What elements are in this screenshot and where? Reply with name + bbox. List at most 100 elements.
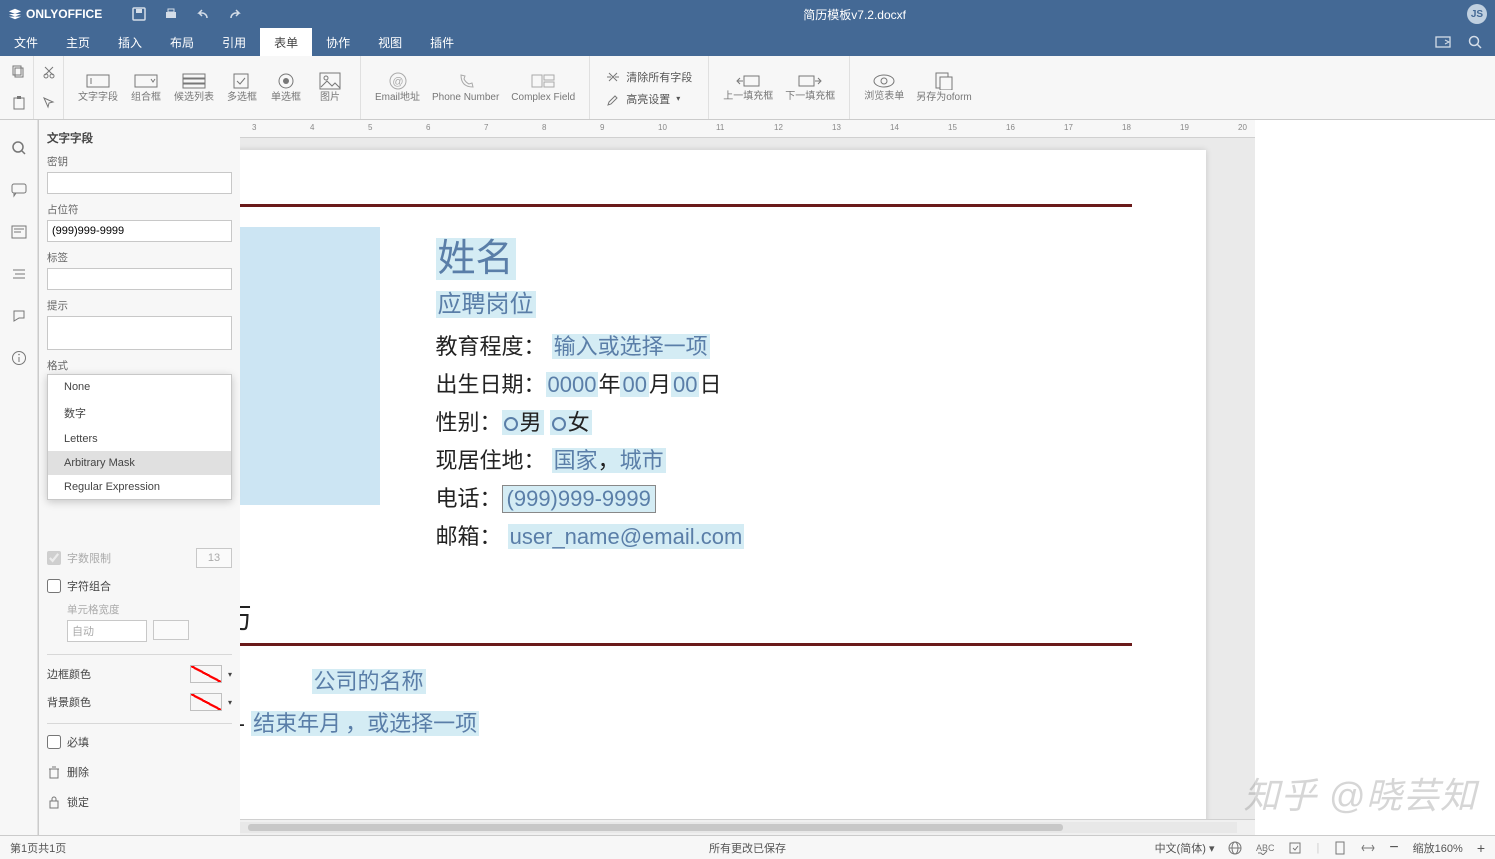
fit-width-icon[interactable] xyxy=(1361,841,1375,855)
placeholder-label: 占位符 xyxy=(47,202,232,217)
phone-field-button[interactable]: Phone Number xyxy=(426,68,505,107)
cut-icon[interactable] xyxy=(42,65,56,79)
feedback-icon[interactable] xyxy=(11,308,27,324)
tab-home[interactable]: 主页 xyxy=(52,28,104,56)
duty-label: 职责描述： xyxy=(140,758,1132,790)
format-option-mask[interactable]: Arbitrary Mask xyxy=(48,451,231,475)
open-location-icon[interactable] xyxy=(1435,34,1451,50)
edu-field[interactable]: 输入或选择一项 xyxy=(552,334,710,359)
save-icon[interactable] xyxy=(132,7,146,21)
undo-icon[interactable] xyxy=(196,7,210,21)
headings-icon[interactable] xyxy=(11,224,27,240)
format-label: 格式 xyxy=(47,358,232,373)
key-input[interactable] xyxy=(47,172,232,194)
redo-icon[interactable] xyxy=(228,7,242,21)
left-sidebar xyxy=(0,120,38,835)
complex-field-button[interactable]: Complex Field xyxy=(505,68,581,107)
edu-label: 教育程度： xyxy=(436,334,546,359)
email-field-button[interactable]: @Email地址 xyxy=(369,68,426,107)
navigation-icon[interactable] xyxy=(11,266,27,282)
radio-male[interactable] xyxy=(504,417,518,431)
day-field[interactable]: 00 xyxy=(671,372,699,397)
about-icon[interactable] xyxy=(11,350,27,366)
track-changes-icon[interactable] xyxy=(1288,841,1302,855)
select-icon[interactable] xyxy=(42,96,56,110)
tab-insert[interactable]: 插入 xyxy=(104,28,156,56)
next-field-button[interactable]: 下一填充框 xyxy=(779,69,841,106)
year-field[interactable]: 0000 xyxy=(546,372,599,397)
save-status: 所有更改已保存 xyxy=(709,840,786,856)
combo-box-button[interactable]: 组合框 xyxy=(124,68,168,107)
clear-all-fields-button[interactable]: 清除所有字段 xyxy=(606,69,692,85)
tag-label: 标签 xyxy=(47,250,232,265)
scrollbar-thumb[interactable] xyxy=(248,824,1062,831)
quick-actions xyxy=(132,7,242,21)
page-count[interactable]: 第1页共1页 xyxy=(10,840,66,856)
radio-female[interactable] xyxy=(552,417,566,431)
city-field[interactable]: 城市 xyxy=(620,448,664,473)
tab-file[interactable]: 文件 xyxy=(0,28,52,56)
format-option-regex[interactable]: Regular Expression xyxy=(48,475,231,499)
email-field[interactable]: user_name@email.com xyxy=(508,524,745,549)
company-field[interactable]: 公司的名称 xyxy=(312,669,426,694)
placeholder-input[interactable] xyxy=(47,220,232,242)
save-oform-button[interactable]: 另存为oform xyxy=(910,68,978,107)
tab-references[interactable]: 引用 xyxy=(208,28,260,56)
tag-input[interactable] xyxy=(47,268,232,290)
tab-layout[interactable]: 布局 xyxy=(156,28,208,56)
delete-button[interactable]: 删除 xyxy=(47,764,232,780)
char-group-checkbox[interactable] xyxy=(47,579,61,593)
required-checkbox[interactable] xyxy=(47,735,61,749)
zoom-level[interactable]: 缩放160% xyxy=(1413,840,1463,856)
bg-color-swatch[interactable] xyxy=(190,693,222,711)
end-date-field[interactable]: 结束年月 xyxy=(251,711,343,736)
language-selector[interactable]: 中文(简体) ▾ xyxy=(1155,840,1215,856)
workspace: 01234567891011121314151617181920 姓名 应聘岗位… xyxy=(0,120,1495,835)
copy-icon[interactable] xyxy=(12,65,26,79)
month-field[interactable]: 00 xyxy=(620,372,648,397)
tab-view[interactable]: 视图 xyxy=(364,28,416,56)
highlight-settings-button[interactable]: 高亮设置 ▾ xyxy=(606,91,692,107)
tab-forms[interactable]: 表单 xyxy=(260,28,312,56)
comments-icon[interactable] xyxy=(11,182,27,198)
position-field[interactable]: 应聘岗位 xyxy=(436,291,536,318)
tel-label: 电话： xyxy=(436,486,502,511)
addr-label: 现居住地： xyxy=(436,448,546,473)
user-avatar[interactable]: JS xyxy=(1467,4,1487,24)
image-field-button[interactable]: 图片 xyxy=(308,68,352,107)
checkbox-button[interactable]: 多选框 xyxy=(220,68,264,107)
spellcheck-icon[interactable]: ABC xyxy=(1256,841,1274,855)
tip-input[interactable] xyxy=(47,316,232,350)
find-icon[interactable] xyxy=(11,140,27,156)
panel-title: 文字字段 xyxy=(47,130,232,146)
dropdown-button[interactable]: 候选列表 xyxy=(168,68,220,107)
mail-label: 邮箱： xyxy=(436,524,502,549)
zoom-out-button[interactable]: − xyxy=(1389,839,1398,857)
text-field-button[interactable]: 文字字段 xyxy=(72,68,124,107)
format-option-none[interactable]: None xyxy=(48,375,231,399)
view-form-button[interactable]: 浏览表单 xyxy=(858,69,910,106)
search-icon[interactable] xyxy=(1467,34,1483,50)
svg-text:ABC: ABC xyxy=(1256,843,1274,853)
name-field[interactable]: 姓名 xyxy=(436,238,516,280)
globe-icon[interactable] xyxy=(1228,841,1242,855)
print-icon[interactable] xyxy=(164,7,178,21)
document-page: 姓名 应聘岗位 教育程度： 输入或选择一项 出生日期：0000年00月00日 性… xyxy=(106,150,1206,819)
border-color-swatch[interactable] xyxy=(190,665,222,683)
zoom-in-button[interactable]: + xyxy=(1477,840,1485,856)
char-limit-label: 字数限制 xyxy=(67,550,111,566)
prev-field-button[interactable]: 上一填充框 xyxy=(717,69,779,106)
radio-button[interactable]: 单选框 xyxy=(264,68,308,107)
lock-button[interactable]: 锁定 xyxy=(47,794,232,810)
phone-field[interactable]: (999)999-9999 xyxy=(502,485,656,513)
fit-page-icon[interactable] xyxy=(1333,841,1347,855)
tab-collab[interactable]: 协作 xyxy=(312,28,364,56)
paste-icon[interactable] xyxy=(12,96,26,110)
country-field[interactable]: 国家 xyxy=(554,448,598,473)
or-select-field[interactable]: ，或选择一项 xyxy=(343,711,479,736)
tab-plugins[interactable]: 插件 xyxy=(416,28,468,56)
format-option-letters[interactable]: Letters xyxy=(48,427,231,451)
cell-width-label: 单元格宽度 xyxy=(67,602,232,617)
format-option-digits[interactable]: 数字 xyxy=(48,399,231,427)
document-title: 简历模板v7.2.docxf xyxy=(242,6,1467,23)
